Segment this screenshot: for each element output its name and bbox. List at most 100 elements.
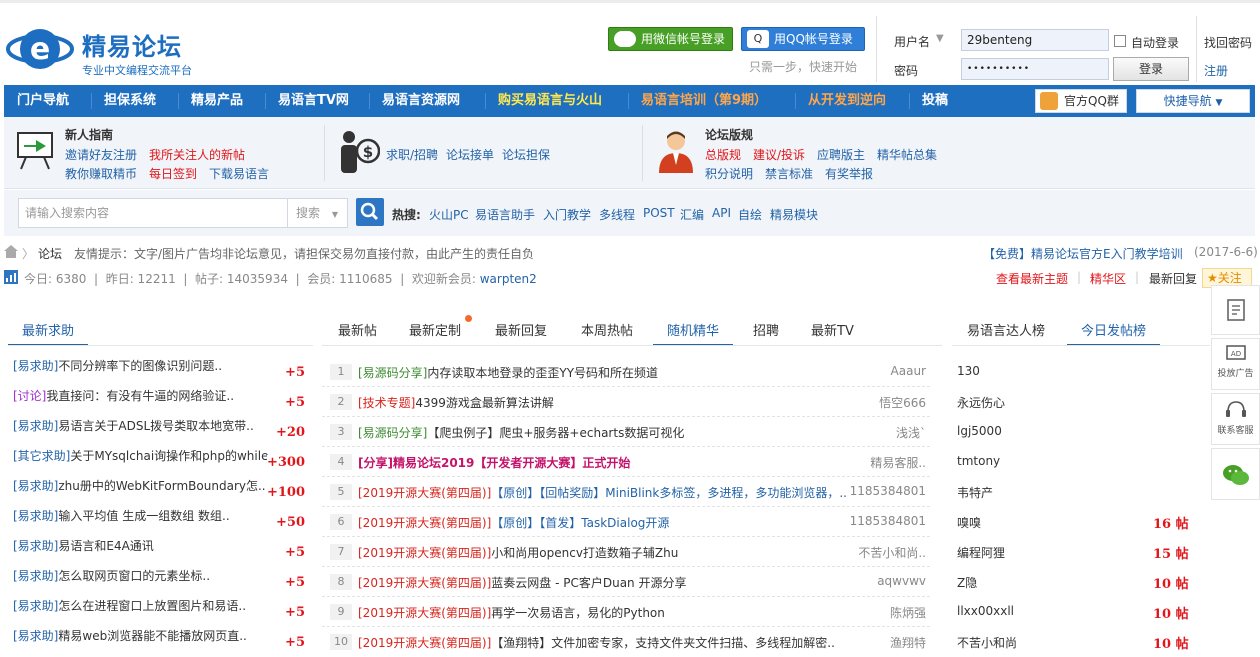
nav-resources[interactable]: 易语言资源网: [382, 85, 460, 117]
breadcrumb-forum[interactable]: 论坛: [38, 245, 62, 262]
wechat-share-button[interactable]: [1211, 448, 1260, 500]
nav-guarantee[interactable]: 担保系统: [104, 85, 156, 117]
table-row[interactable]: 8 [2019开源大赛(第四届)]蓝奏云网盘 - PC客户Duan 开源分享 aqw…: [322, 567, 930, 597]
table-row[interactable]: 10 [2019开源大赛(第四届)]【渔翔特】文件加密专家，支持文件夹文件扫描、多…: [322, 627, 930, 657]
quick-nav-button[interactable]: 快捷导航 ▼: [1136, 89, 1250, 113]
rank-user[interactable]: 编程阿狸: [957, 544, 1005, 561]
nav-tv[interactable]: 易语言TV网: [278, 85, 349, 117]
list-item[interactable]: [易求助]怎么在进程窗口上放置图片和易语.. +5: [13, 597, 305, 627]
rank-row[interactable]: tmtony: [957, 447, 1247, 477]
nav-submit[interactable]: 投稿: [922, 85, 948, 117]
guarantee-link[interactable]: 论坛担保: [502, 146, 550, 163]
table-row[interactable]: 2 [技术专题]4399游戏盒最新算法讲解 悟空666: [322, 387, 930, 417]
new-member-link[interactable]: warpten2: [480, 272, 537, 286]
document-button[interactable]: [1211, 285, 1260, 335]
download-link[interactable]: 下载易语言: [209, 165, 269, 182]
invite-link[interactable]: 邀请好友注册: [65, 146, 137, 163]
rank-user[interactable]: llxx00xxll: [957, 604, 1014, 618]
hot-search-item[interactable]: POST: [643, 206, 675, 220]
orders-link[interactable]: 论坛接单: [446, 146, 494, 163]
hot-search-item[interactable]: 精易模块: [770, 206, 818, 223]
rank-row[interactable]: 嗅嗅 16 帖: [957, 507, 1247, 537]
tab-weekly-hot[interactable]: 本周热帖: [581, 312, 633, 346]
row-author[interactable]: 精易客服..: [870, 454, 926, 471]
home-icon[interactable]: [4, 245, 18, 258]
banned-link[interactable]: 禁言标准: [765, 165, 813, 182]
latest-replies-link[interactable]: 最新回复: [1149, 270, 1197, 287]
row-author[interactable]: Aaaur: [891, 364, 926, 378]
row-author[interactable]: 渔翔特: [890, 634, 926, 651]
latest-topics-link[interactable]: 查看最新主题: [996, 270, 1068, 287]
auto-login-checkbox[interactable]: [1114, 35, 1126, 47]
hot-search-item[interactable]: 入门教学: [543, 206, 591, 223]
row-author[interactable]: 悟空666: [879, 394, 926, 411]
qq-group-button[interactable]: 官方QQ群: [1035, 89, 1127, 113]
find-password-link[interactable]: 找回密码: [1204, 34, 1252, 51]
apply-mod-link[interactable]: 应聘版主: [817, 146, 865, 163]
register-link[interactable]: 注册: [1204, 62, 1228, 79]
table-row[interactable]: 5 [2019开源大赛(第四届)]【原创】【回帖奖励】MiniBlink多标签，多…: [322, 477, 930, 507]
rank-user[interactable]: tmtony: [957, 454, 1000, 468]
table-row[interactable]: 3 [易源码分享]【爬虫例子】爬虫+服务器+echarts数据可视化 浅浅`: [322, 417, 930, 447]
rules-link[interactable]: 总版规: [705, 146, 741, 163]
essence-link[interactable]: 精华帖总集: [877, 146, 937, 163]
tab-latest-help[interactable]: 最新求助: [8, 312, 89, 346]
tab-jobs[interactable]: 招聘: [753, 312, 779, 346]
rank-user[interactable]: 130: [957, 364, 980, 378]
nav-training[interactable]: 易语言培训（第9期）: [641, 85, 767, 117]
rank-row[interactable]: 130: [957, 357, 1247, 387]
table-row[interactable]: 9 [2019开源大赛(第四届)]再学一次易语言，易化的Python 陈炳强: [322, 597, 930, 627]
rank-row[interactable]: lgj5000: [957, 417, 1247, 447]
jobs-link[interactable]: 求职/招聘: [386, 146, 438, 163]
chevron-down-icon[interactable]: ▼: [936, 33, 944, 44]
list-item[interactable]: [易求助]不同分辨率下的图像识别问题.. +5: [13, 357, 305, 387]
tab-today-posts[interactable]: 今日发帖榜: [1067, 312, 1161, 346]
customer-service-button[interactable]: 联系客服: [1211, 393, 1260, 445]
list-item[interactable]: [易求助]易语言关于ADSL拨号类取本地宽带.. +20: [13, 417, 305, 447]
list-item[interactable]: [易求助]zhu册中的WebKitFormBoundary怎.. +100: [13, 477, 305, 507]
tab-latest-replies[interactable]: 最新回复: [495, 312, 547, 346]
list-item[interactable]: [易求助]易语言和E4A通讯 +5: [13, 537, 305, 567]
login-button[interactable]: 登录: [1113, 57, 1189, 81]
rank-row[interactable]: Z隐 10 帖: [957, 567, 1247, 597]
rank-user[interactable]: 韦特产: [957, 484, 993, 501]
rank-row[interactable]: llxx00xxll 10 帖: [957, 597, 1247, 627]
tab-experts[interactable]: 易语言达人榜: [967, 312, 1045, 346]
daily-signin-link[interactable]: 每日签到: [149, 165, 197, 182]
report-link[interactable]: 有奖举报: [825, 165, 873, 182]
tab-latest-custom[interactable]: 最新定制: [409, 312, 461, 346]
advertise-button[interactable]: AD 投放广告: [1211, 338, 1260, 390]
rank-user[interactable]: 嗅嗅: [957, 514, 981, 531]
list-item[interactable]: [易求助]精易web浏览器能不能播放网页直.. +5: [13, 627, 305, 657]
table-row[interactable]: 7 [2019开源大赛(第四届)]小和尚用opencv打造数箱子辅Zhu 不苦小和尚…: [322, 537, 930, 567]
search-input[interactable]: 请输入搜索内容: [18, 198, 288, 228]
row-author[interactable]: 陈炳强: [890, 604, 926, 621]
list-item[interactable]: [讨论]我直接问：有没有牛逼的网络验证.. +5: [13, 387, 305, 417]
search-type-select[interactable]: 搜索 ▼: [288, 198, 348, 228]
table-row[interactable]: 1 [易源码分享]内存读取本地登录的歪歪YY号码和所在频道 Aaaur: [322, 357, 930, 387]
list-item[interactable]: [易求助]怎么取网页窗口的元素坐标.. +5: [13, 567, 305, 597]
hot-search-item[interactable]: 易语言助手: [475, 206, 535, 223]
row-author[interactable]: 1185384801: [850, 484, 926, 498]
rank-user[interactable]: 不苦小和尚: [957, 634, 1017, 651]
username-input[interactable]: 29benteng: [961, 29, 1109, 51]
qq-login-button[interactable]: Q 用QQ帐号登录: [741, 27, 865, 51]
hot-search-item[interactable]: 自绘: [738, 206, 762, 223]
list-item[interactable]: [其它求助]关于MYsqlchai询操作和php的while.. +300: [13, 447, 305, 477]
wechat-login-button[interactable]: 用微信帐号登录: [608, 27, 733, 51]
table-row[interactable]: 6 [2019开源大赛(第四届)]【原创】【首发】TaskDialog开源 1185…: [322, 507, 930, 537]
password-input[interactable]: ••••••••••: [961, 58, 1109, 80]
earn-link[interactable]: 教你赚取精币: [65, 165, 137, 182]
promo-link[interactable]: 【免费】精易论坛官方E入门教学培训: [983, 245, 1183, 262]
nav-products[interactable]: 精易产品: [191, 85, 243, 117]
row-author[interactable]: 1185384801: [850, 514, 926, 528]
rank-row[interactable]: 韦特产: [957, 477, 1247, 507]
rank-user[interactable]: Z隐: [957, 574, 977, 591]
rank-row[interactable]: 编程阿狸 15 帖: [957, 537, 1247, 567]
search-button[interactable]: [356, 198, 384, 226]
hot-search-item[interactable]: 多线程: [599, 206, 635, 223]
tab-latest-posts[interactable]: 最新帖: [338, 312, 377, 346]
row-author[interactable]: aqwvwv: [877, 574, 926, 588]
tab-random-essence[interactable]: 随机精华: [653, 312, 734, 346]
my-follows-link[interactable]: 我所关注人的新帖: [149, 146, 245, 163]
